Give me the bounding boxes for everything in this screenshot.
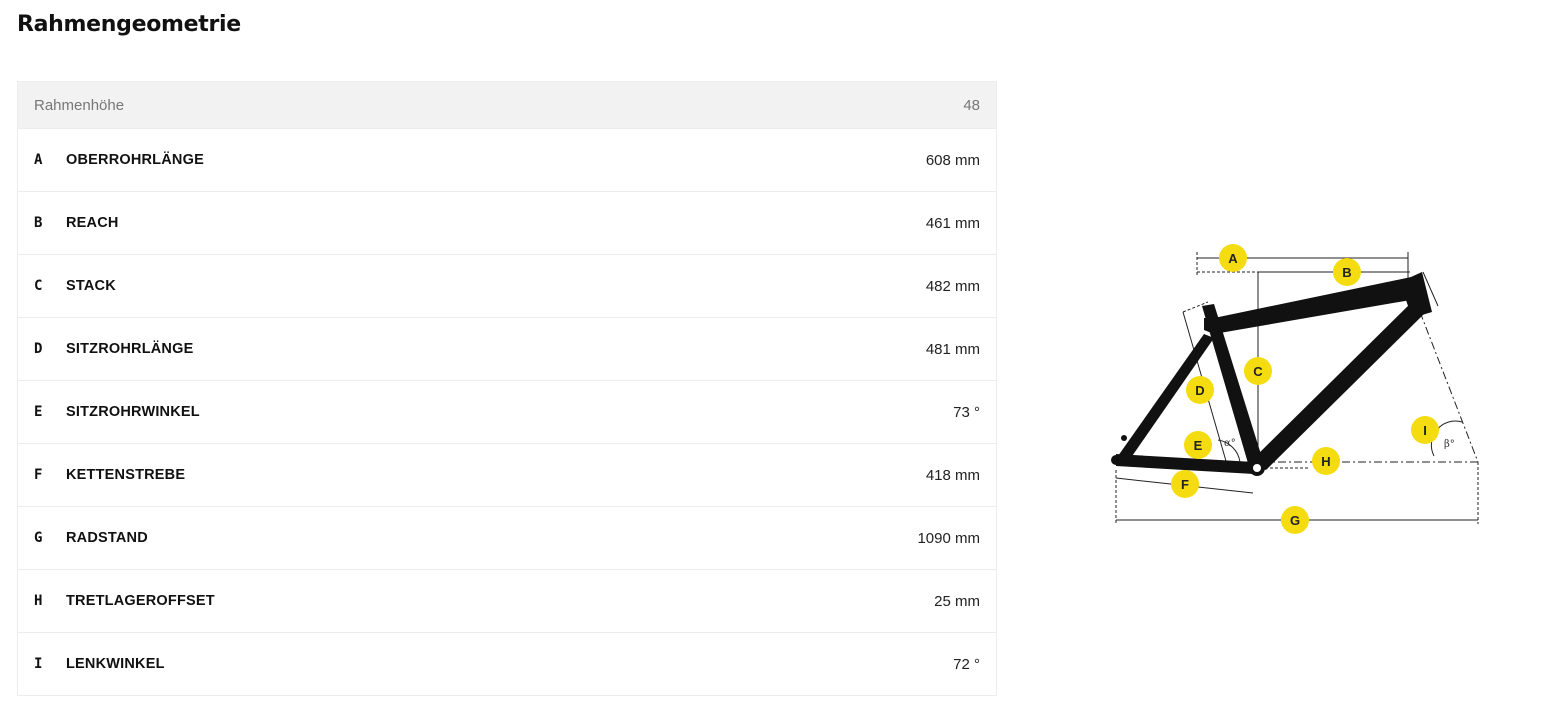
badge-a-label: A [1228, 251, 1238, 266]
alpha-angle-label: α° [1224, 438, 1236, 449]
row-value: 73 ° [953, 403, 980, 421]
table-row: C STACK 482 mm [18, 254, 996, 317]
row-letter: A [34, 152, 43, 168]
row-label: OBERROHRLÄNGE [66, 152, 204, 168]
badge-b-label: B [1342, 265, 1351, 280]
row-letter: E [34, 404, 43, 420]
badge-h-label: H [1321, 454, 1330, 469]
row-label: STACK [66, 278, 116, 294]
geometry-table: Rahmenhöhe 48 A OBERROHRLÄNGE 608 mm B R… [17, 81, 997, 696]
page-title: Rahmengeometrie [17, 12, 241, 37]
row-letter: B [34, 215, 43, 231]
row-letter: H [34, 593, 43, 609]
row-value: 1090 mm [917, 529, 980, 547]
row-value: 418 mm [925, 466, 980, 484]
badge-d-label: D [1195, 383, 1204, 398]
row-value: 482 mm [925, 277, 980, 295]
brake-mount [1121, 435, 1127, 441]
row-value: 72 ° [953, 655, 980, 673]
row-label: KETTENSTREBE [66, 467, 186, 483]
row-letter: D [34, 341, 43, 357]
row-value: 25 mm [934, 592, 980, 610]
table-row: F KETTENSTREBE 418 mm [18, 443, 996, 506]
row-value: 461 mm [925, 214, 980, 232]
down-tube [1248, 300, 1424, 470]
row-value: 481 mm [925, 340, 980, 358]
frame-height-label: Rahmenhöhe [34, 96, 125, 114]
row-label: REACH [66, 215, 119, 231]
row-letter: C [34, 278, 43, 294]
table-row: A OBERROHRLÄNGE 608 mm [18, 128, 996, 191]
row-label: SITZROHRLÄNGE [66, 341, 194, 357]
bottom-bracket-hole [1253, 464, 1261, 472]
row-label: TRETLAGEROFFSET [66, 593, 215, 609]
row-label: LENKWINKEL [66, 656, 165, 672]
table-header-row: Rahmenhöhe 48 [18, 82, 996, 128]
table-row: D SITZROHRLÄNGE 481 mm [18, 317, 996, 380]
beta-angle-label: β° [1444, 439, 1455, 450]
table-row: B REACH 461 mm [18, 191, 996, 254]
badge-g-label: G [1290, 513, 1300, 528]
row-label: SITZROHRWINKEL [66, 404, 200, 420]
table-row: E SITZROHRWINKEL 73 ° [18, 380, 996, 443]
rear-dropout [1111, 455, 1121, 465]
row-label: RADSTAND [66, 530, 148, 546]
badge-i-label: I [1423, 423, 1427, 438]
row-letter: F [34, 467, 43, 483]
row-letter: G [34, 530, 43, 546]
row-value: 608 mm [925, 151, 980, 169]
table-row: I LENKWINKEL 72 ° [18, 632, 996, 695]
badge-e-label: E [1194, 438, 1203, 453]
row-letter: I [34, 656, 43, 672]
badge-f-label: F [1181, 477, 1189, 492]
frame-geometry-diagram: α° β° A B C D E F G H I [1111, 244, 1479, 534]
table-row: H TRETLAGEROFFSET 25 mm [18, 569, 996, 632]
table-row: G RADSTAND 1090 mm [18, 506, 996, 569]
badge-c-label: C [1253, 364, 1263, 379]
frame-size-value: 48 [963, 96, 980, 114]
